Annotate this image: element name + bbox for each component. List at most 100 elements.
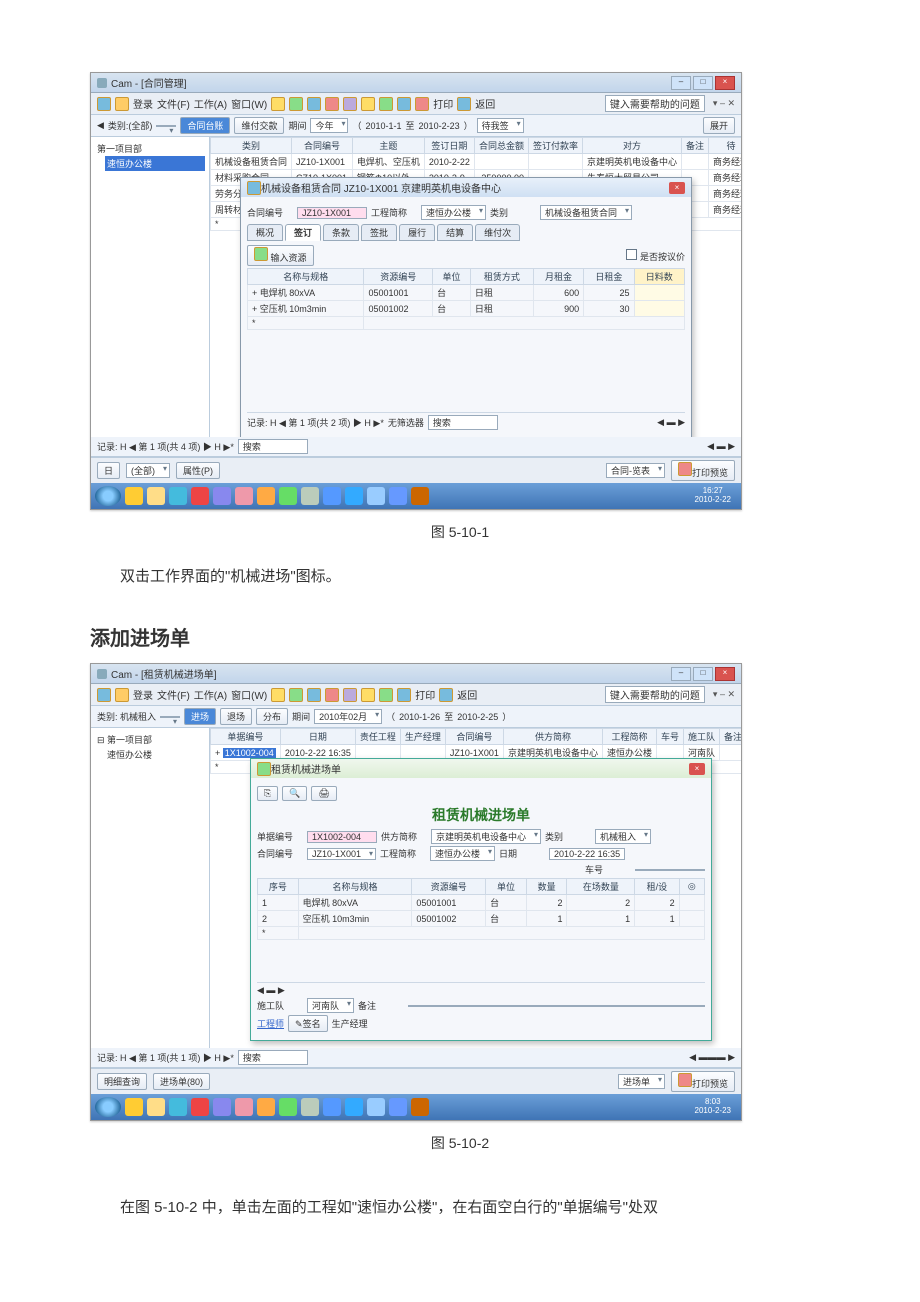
menu-print[interactable]: 打印	[415, 687, 435, 702]
taskbar-icon[interactable]	[367, 1098, 385, 1116]
tool-icon[interactable]	[397, 97, 411, 111]
tree-root[interactable]: 第一项目部	[95, 141, 205, 156]
state-dropdown[interactable]: 待我签	[477, 118, 524, 133]
period-dropdown[interactable]: 今年	[310, 118, 348, 133]
menu-window[interactable]: 窗口(W)	[231, 687, 267, 702]
bottom-search[interactable]: 搜索	[238, 1050, 308, 1065]
print-icon[interactable]	[439, 688, 453, 702]
detail-query-button[interactable]: 明细查询	[97, 1073, 147, 1090]
engineer-link[interactable]: 工程师	[257, 1017, 284, 1030]
max-button[interactable]: □	[693, 76, 713, 90]
recordnav[interactable]: 记录: H ◀ 第 1 项(共 1 项) ▶ H ▶*	[97, 1051, 234, 1064]
menu-login[interactable]: 登录	[133, 687, 153, 702]
menu-file[interactable]: 文件(F)	[157, 96, 190, 111]
tool-icon[interactable]	[361, 97, 375, 111]
tool-icon[interactable]	[361, 688, 375, 702]
val-proj[interactable]: 速恒办公楼	[430, 846, 495, 861]
menu-window[interactable]: 窗口(W)	[231, 96, 267, 111]
taskbar-icon[interactable]	[235, 487, 253, 505]
tool-icon[interactable]	[307, 97, 321, 111]
home-icon[interactable]	[97, 97, 111, 111]
price-checkbox[interactable]	[626, 249, 637, 260]
start-button[interactable]	[95, 1097, 121, 1117]
menu-work[interactable]: 工作(A)	[194, 687, 227, 702]
taskbar-icon[interactable]	[301, 487, 319, 505]
menu-return[interactable]: 返回	[457, 687, 477, 702]
mdi-close[interactable]: ▾ – ✕	[713, 98, 735, 109]
taskbar-icon[interactable]	[389, 1098, 407, 1116]
print-preview-button[interactable]: 打印预览	[671, 460, 735, 481]
close-button[interactable]: ×	[715, 667, 735, 681]
taskbar-icon[interactable]	[345, 1098, 363, 1116]
taskbar-icon[interactable]	[147, 487, 165, 505]
tool-icon[interactable]	[397, 688, 411, 702]
taskbar-icon[interactable]	[257, 487, 275, 505]
tab-pay[interactable]: 维付次	[475, 224, 520, 241]
taskbar-icon[interactable]	[125, 487, 143, 505]
taskbar-icon[interactable]	[213, 487, 231, 505]
help-search[interactable]: 键入需要帮助的问题	[605, 95, 705, 112]
taskbar-icon[interactable]	[125, 1098, 143, 1116]
period-dropdown[interactable]: 2010年02月	[314, 709, 382, 724]
tool-icon[interactable]	[415, 97, 429, 111]
tool-icon[interactable]	[379, 688, 393, 702]
menu-login[interactable]: 登录	[133, 96, 153, 111]
taskbar-icon[interactable]	[235, 1098, 253, 1116]
tool-icon[interactable]	[271, 688, 285, 702]
expand-button[interactable]: 展开	[703, 117, 735, 134]
val-carno[interactable]	[635, 869, 705, 871]
mdi-close[interactable]: ▾ – ✕	[713, 689, 735, 700]
val-type[interactable]: 机械设备租赁合同	[540, 205, 632, 220]
tab-ledger[interactable]: 合同台账	[180, 117, 230, 134]
items-grid[interactable]: 序号名称与规格资源编号单位数量在场数量租/设◎ 1电焊机 80xVA050010…	[257, 878, 705, 940]
type-dropdown[interactable]	[160, 716, 180, 718]
taskbar-icon[interactable]	[169, 487, 187, 505]
taskbar-icon[interactable]	[411, 487, 429, 505]
project-tree[interactable]: ⊟ 第一项目部 速恒办公楼	[91, 728, 210, 1048]
tab-payment[interactable]: 维付交款	[234, 117, 284, 134]
max-button[interactable]: □	[693, 667, 713, 681]
print-preview-button[interactable]: 打印预览	[671, 1071, 735, 1092]
val-date[interactable]: 2010-2-22 16:35	[549, 848, 625, 860]
tool-icon[interactable]	[325, 97, 339, 111]
tab-approve[interactable]: 签批	[361, 224, 397, 241]
taskbar-icon[interactable]	[389, 487, 407, 505]
input-resource-button[interactable]: 输入资源	[247, 245, 314, 266]
menu-print[interactable]: 打印	[433, 96, 453, 111]
val-type[interactable]: 机械租入	[595, 829, 651, 844]
entry-list-button[interactable]: 进场单(80)	[153, 1073, 210, 1090]
taskbar-icon[interactable]	[147, 1098, 165, 1116]
tool-icon[interactable]	[325, 688, 339, 702]
tool-icon[interactable]	[379, 97, 393, 111]
val-contractno[interactable]: JZ10-1X001	[297, 207, 367, 219]
view-dropdown[interactable]: 进场单	[618, 1074, 665, 1089]
home-icon[interactable]	[97, 688, 111, 702]
dlg-recordnav[interactable]: 记录: H ◀ 第 1 项(共 2 项) ▶ H ▶*	[247, 416, 384, 429]
taskbar-icon[interactable]	[279, 1098, 297, 1116]
dialog-close[interactable]: ×	[689, 763, 705, 775]
status-filter[interactable]: (全部)	[126, 463, 170, 478]
recordnav[interactable]: 记录: H ◀ 第 1 项(共 4 项) ▶ H ▶*	[97, 440, 234, 453]
dialog-close[interactable]: ×	[669, 182, 685, 194]
view-dropdown[interactable]: 合同-览表	[606, 463, 665, 478]
tab-settle[interactable]: 结算	[437, 224, 473, 241]
tree-child[interactable]: 速恒办公楼	[105, 156, 205, 171]
taskbar-icon[interactable]	[301, 1098, 319, 1116]
taskbar-icon[interactable]	[191, 1098, 209, 1116]
min-button[interactable]: –	[671, 667, 691, 681]
tree-root[interactable]: ⊟ 第一项目部	[95, 732, 205, 747]
help-search[interactable]: 键入需要帮助的问题	[605, 686, 705, 703]
tool-icon[interactable]	[343, 97, 357, 111]
tab-out[interactable]: 退场	[220, 708, 252, 725]
val-contractno[interactable]: JZ10-1X001	[307, 848, 376, 860]
tool-button[interactable]: 🔍	[282, 786, 307, 801]
tab-dist[interactable]: 分布	[256, 708, 288, 725]
taskbar-icon[interactable]	[257, 1098, 275, 1116]
start-button[interactable]	[95, 486, 121, 506]
taskbar-icon[interactable]	[323, 487, 341, 505]
tab-icon[interactable]: 日	[97, 462, 120, 479]
type-dropdown[interactable]	[156, 125, 176, 127]
tool-button[interactable]: 🖨	[311, 786, 336, 801]
taskbar-icon[interactable]	[213, 1098, 231, 1116]
taskbar-icon[interactable]	[191, 487, 209, 505]
